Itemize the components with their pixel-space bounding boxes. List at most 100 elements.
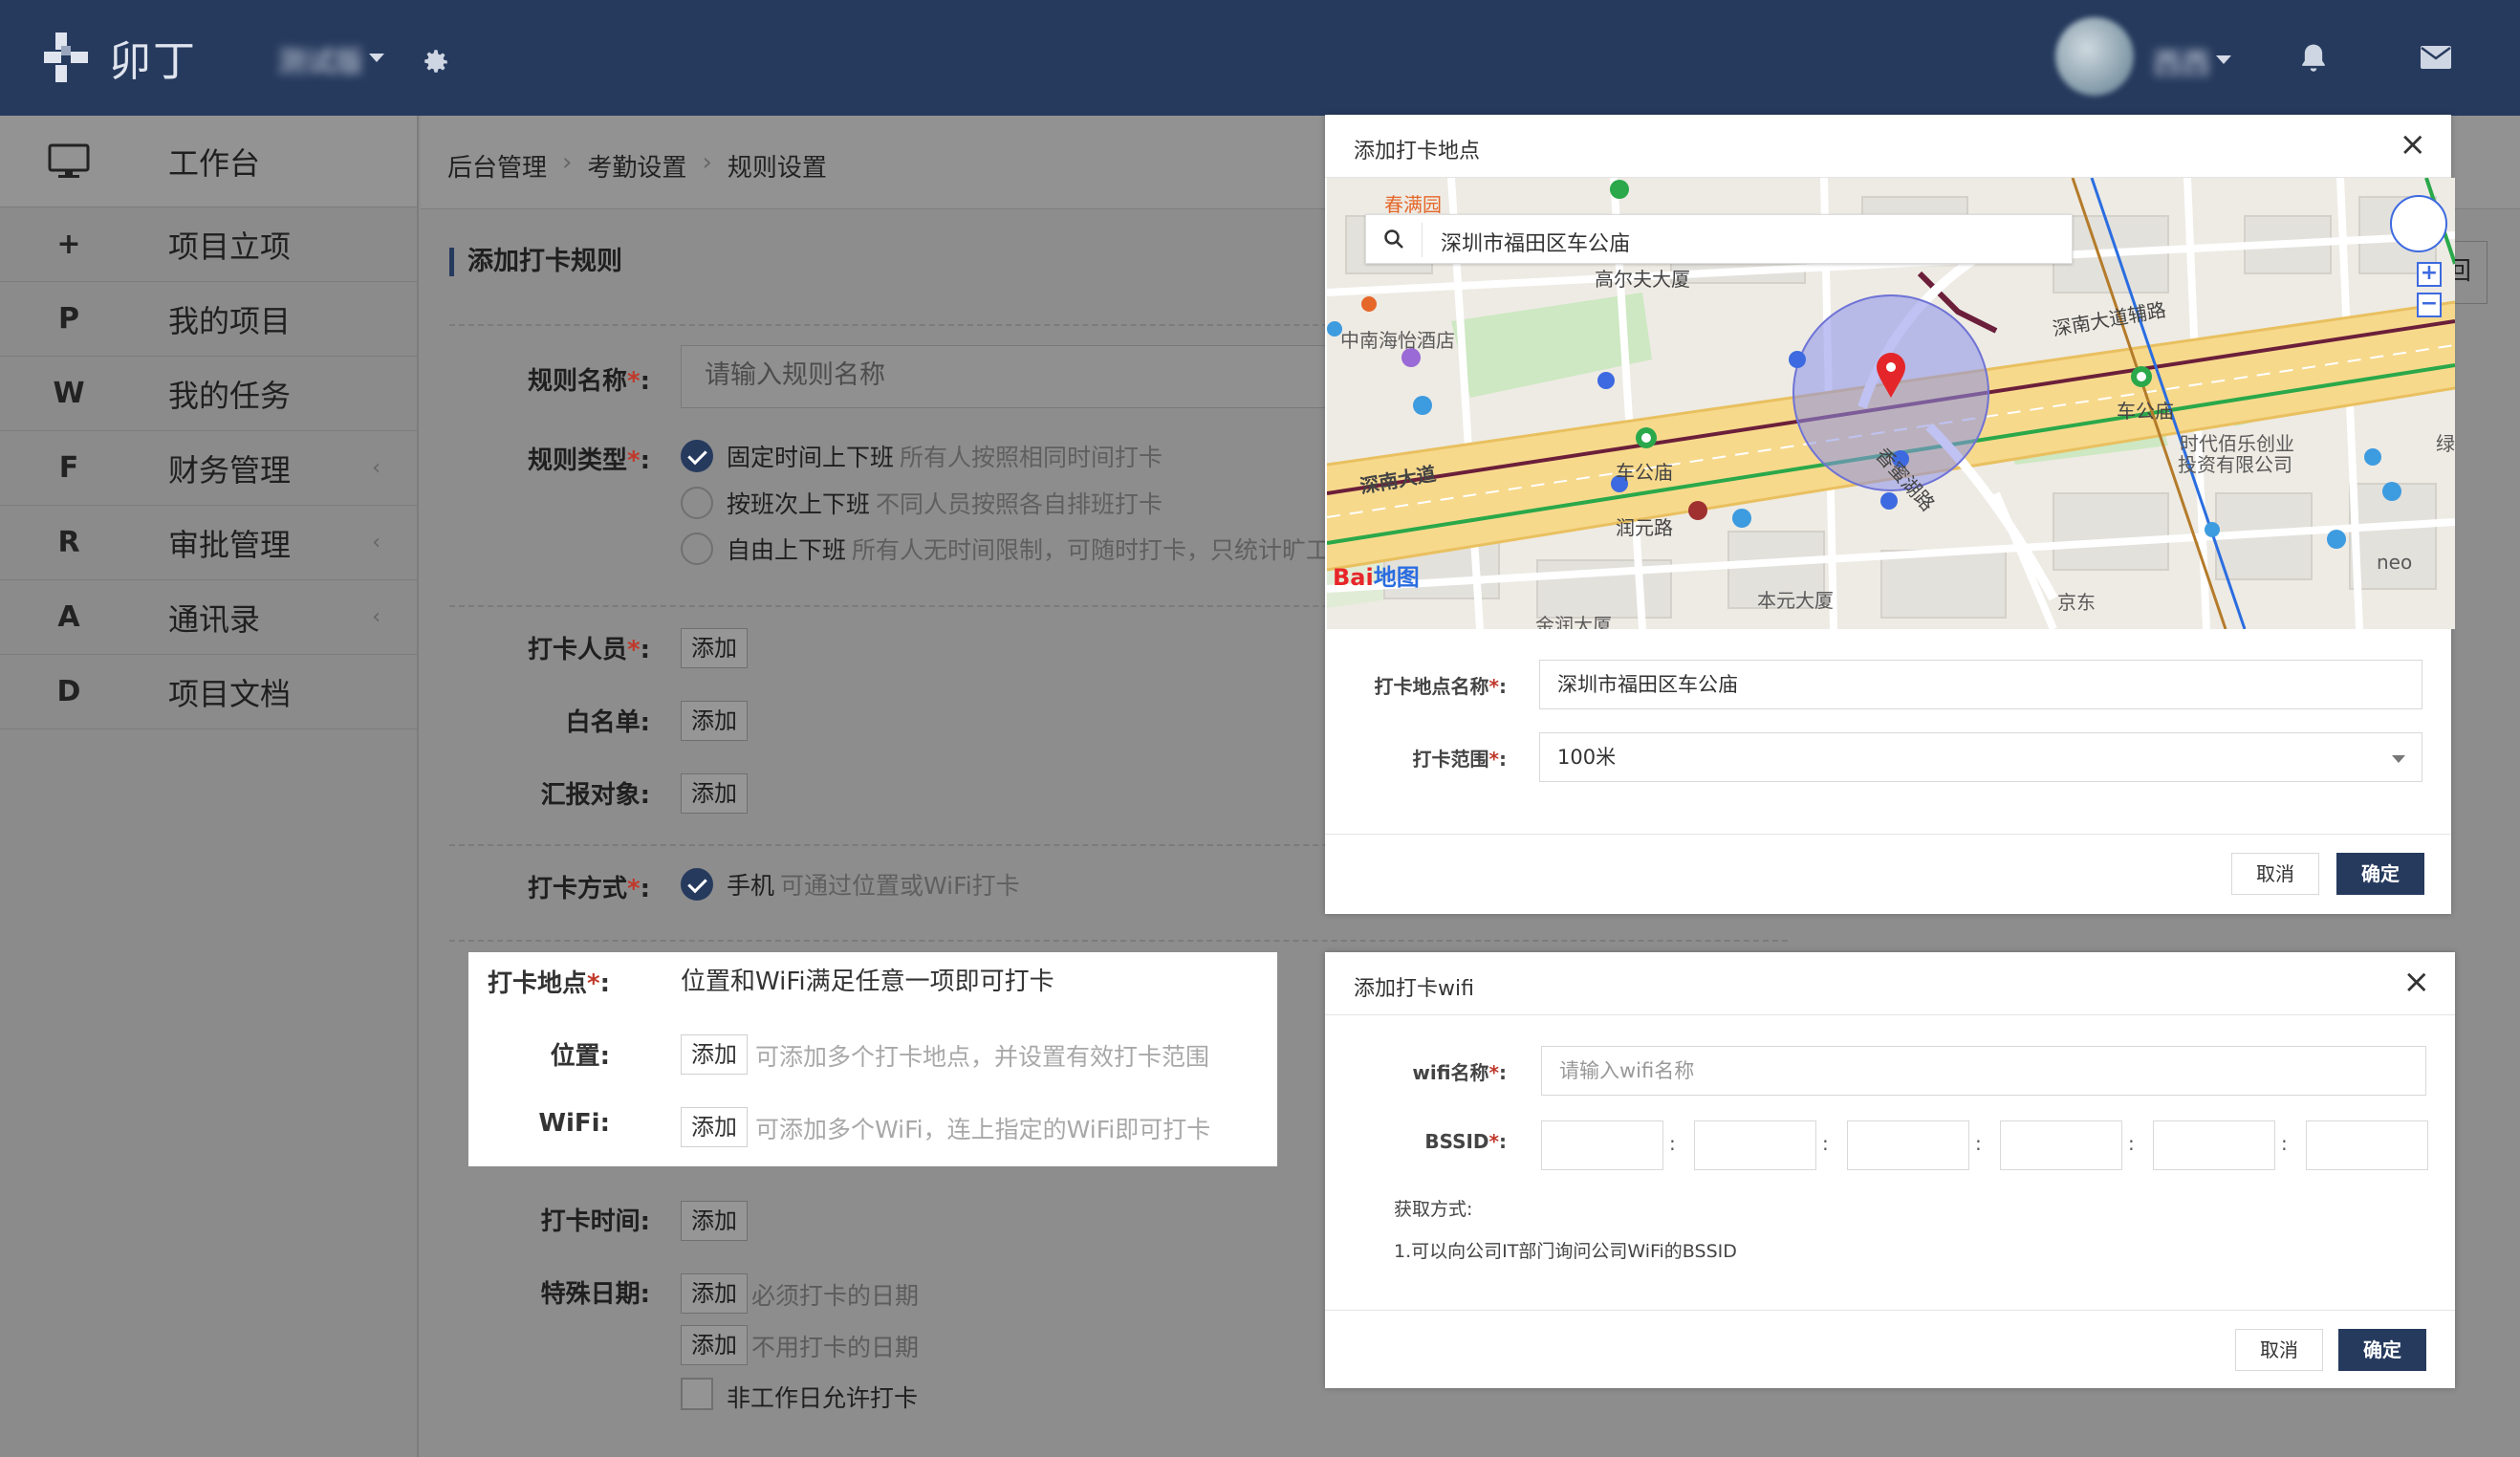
location-name-input[interactable]: 深圳市福田区车公庙 <box>1539 660 2422 709</box>
rule-type-option-shift[interactable]: 按班次上下班 不同人员按照各自排班打卡 <box>681 486 1162 520</box>
bssid-field-2[interactable] <box>1694 1120 1816 1170</box>
mail-icon[interactable] <box>2421 46 2451 69</box>
bssid-field-4[interactable] <box>2000 1120 2122 1170</box>
bssid-separator: : <box>1669 1132 1676 1155</box>
add-location-modal: 添加打卡地点 × 深圳市福田区车公庙 春满园 中南海怡酒店 高尔夫大厦 深南大道… <box>1325 115 2455 914</box>
chevron-left-icon: ‹ <box>372 605 380 629</box>
breadcrumb: 后台管理 › 考勤设置 › 规则设置 <box>447 148 827 184</box>
must-date-hint: 必须打卡的日期 <box>751 1282 920 1310</box>
map-label: 车公庙 <box>2117 400 2174 423</box>
cancel-button[interactable]: 取消 <box>2235 1329 2323 1371</box>
range-select[interactable]: 100米 <box>1539 732 2422 782</box>
sidebar-item-finance[interactable]: F 财务管理 ‹ <box>0 431 417 506</box>
add-report-to-button[interactable]: 添加 <box>681 773 748 814</box>
add-position-button[interactable]: 添加 <box>681 1034 748 1075</box>
confirm-button[interactable]: 确定 <box>2338 1329 2426 1371</box>
location-label: 打卡地点*: <box>487 969 610 998</box>
method-label: 打卡方式*: <box>527 875 650 903</box>
radio-icon[interactable] <box>681 487 713 519</box>
position-hint: 可添加多个打卡地点，并设置有效打卡范围 <box>755 1043 1210 1071</box>
sidebar-item-label: 财务管理 <box>168 451 292 489</box>
add-wifi-button[interactable]: 添加 <box>681 1107 748 1147</box>
bell-icon[interactable] <box>2298 42 2329 75</box>
tenant-switcher[interactable]: 测试版 <box>277 38 363 80</box>
add-whitelist-button[interactable]: 添加 <box>681 701 748 741</box>
time-label: 打卡时间: <box>540 1207 650 1236</box>
close-icon[interactable]: × <box>2400 128 2427 161</box>
gear-icon[interactable] <box>419 46 451 78</box>
map-pan-control-icon[interactable] <box>2390 195 2447 252</box>
sidebar-item-project-setup[interactable]: + 项目立项 <box>0 207 417 282</box>
chevron-down-icon[interactable] <box>2392 755 2405 763</box>
radio-checked-icon[interactable] <box>681 868 713 901</box>
bssid-separator: : <box>1975 1132 1982 1155</box>
chevron-left-icon: ‹ <box>372 531 380 555</box>
sidebar-item-my-projects[interactable]: P 我的项目 <box>0 282 417 357</box>
modal-footer-divider <box>1325 834 2451 835</box>
map-label: 车公庙 <box>1616 461 1673 484</box>
cancel-button[interactable]: 取消 <box>2231 853 2319 895</box>
map-search-input[interactable]: 深圳市福田区车公庙 <box>1441 227 1630 257</box>
search-icon[interactable] <box>1383 228 1404 250</box>
method-option-phone[interactable]: 手机 可通过位置或WiFi打卡 <box>681 867 1020 902</box>
map[interactable]: 深圳市福田区车公庙 春满园 中南海怡酒店 高尔夫大厦 深南大道辅路 车公庙 车公… <box>1327 178 2455 629</box>
radio-icon[interactable] <box>681 533 713 565</box>
bssid-field-6[interactable] <box>2306 1120 2428 1170</box>
sidebar-item-documents[interactable]: D 项目文档 <box>0 655 417 729</box>
sidebar-item-approval[interactable]: R 审批管理 ‹ <box>0 506 417 580</box>
bssid-field-1[interactable] <box>1541 1120 1663 1170</box>
range-label: 打卡范围*: <box>1412 748 1507 771</box>
add-staff-button[interactable]: 添加 <box>681 628 748 668</box>
caret-down-icon[interactable] <box>2216 55 2231 64</box>
avatar[interactable] <box>2055 17 2134 96</box>
sidebar-item-workbench[interactable]: 工作台 <box>0 116 417 207</box>
zoom-in-icon[interactable]: + <box>2417 262 2442 287</box>
map-label: 春满园 <box>1384 193 1442 216</box>
close-icon[interactable]: × <box>2403 966 2431 998</box>
zoom-out-icon[interactable]: − <box>2417 293 2442 317</box>
wifi-name-input[interactable]: 请输入wifi名称 <box>1541 1046 2426 1096</box>
letter-f-icon: F <box>58 451 79 485</box>
letter-a-icon: A <box>57 600 80 634</box>
nonwork-checkbox[interactable] <box>681 1378 713 1410</box>
map-label: 本元大厦 <box>1757 589 1834 612</box>
wifi-name-label: wifi名称*: <box>1412 1061 1507 1084</box>
breadcrumb-item[interactable]: 考勤设置 <box>587 148 686 184</box>
search-divider <box>1422 223 1423 257</box>
map-label: 绿 <box>2436 432 2455 455</box>
logo-text: 卯丁 <box>109 37 197 86</box>
caret-down-icon[interactable] <box>369 54 384 62</box>
staff-label: 打卡人员*: <box>527 636 650 664</box>
baidu-map-logo: Bai地图 <box>1333 564 1420 591</box>
top-navbar: 卯丁 测试版 西西 <box>0 0 2520 116</box>
sidebar-item-my-tasks[interactable]: W 我的任务 <box>0 357 417 431</box>
modal-title: 添加打卡地点 <box>1354 140 1481 163</box>
radio-checked-icon[interactable] <box>681 440 713 472</box>
divider <box>449 940 1788 942</box>
add-must-date-button[interactable]: 添加 <box>681 1273 748 1314</box>
sidebar-item-label: 项目文档 <box>168 675 292 712</box>
sidebar-item-contacts[interactable]: A 通讯录 ‹ <box>0 580 417 655</box>
bssid-separator: : <box>2281 1132 2288 1155</box>
sidebar-item-label: 项目立项 <box>168 228 292 265</box>
map-label: neo <box>2377 551 2413 574</box>
breadcrumb-item[interactable]: 后台管理 <box>447 148 547 184</box>
bssid-field-5[interactable] <box>2153 1120 2275 1170</box>
rule-type-option-free[interactable]: 自由上下班 所有人无时间限制，可随时打卡，只统计旷工 <box>681 532 1330 566</box>
rule-type-option-fixed[interactable]: 固定时间上下班 所有人按照相同时间打卡 <box>681 439 1162 473</box>
add-time-button[interactable]: 添加 <box>681 1201 748 1241</box>
add-no-date-button[interactable]: 添加 <box>681 1325 748 1365</box>
sidebar-item-label: 工作台 <box>168 144 261 182</box>
bssid-separator: : <box>2128 1132 2135 1155</box>
sidebar-item-label: 通讯录 <box>168 600 261 638</box>
username[interactable]: 西西 <box>2153 40 2210 82</box>
howto-title: 获取方式: <box>1394 1199 1473 1220</box>
breadcrumb-separator: › <box>562 148 573 177</box>
bssid-field-3[interactable] <box>1847 1120 1969 1170</box>
report-to-label: 汇报对象: <box>540 781 650 810</box>
map-search-box[interactable]: 深圳市福田区车公庙 <box>1365 214 2073 264</box>
section-title: 添加打卡规则 <box>449 248 622 276</box>
map-label: 京东 <box>2057 591 2096 614</box>
confirm-button[interactable]: 确定 <box>2336 853 2424 895</box>
letter-p-icon: P <box>58 302 79 336</box>
